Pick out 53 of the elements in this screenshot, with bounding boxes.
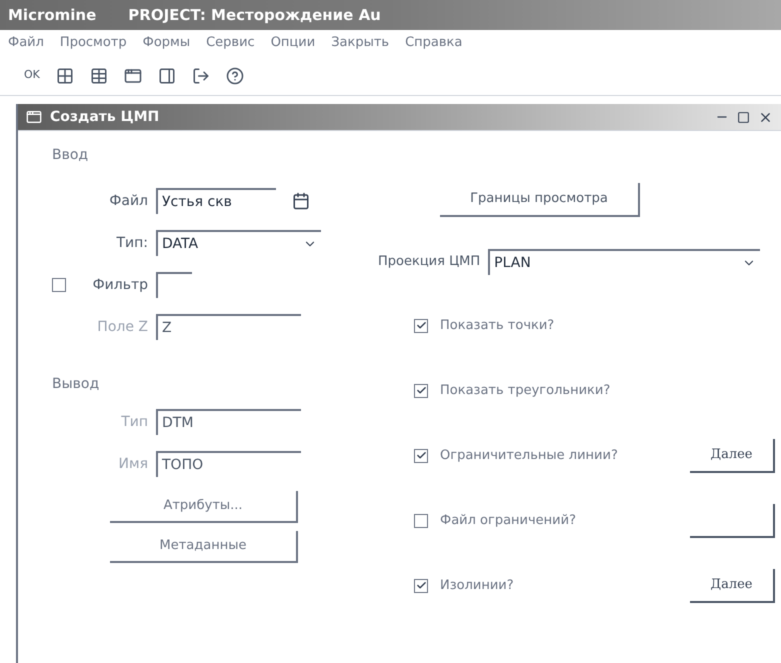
checkbox[interactable] xyxy=(414,578,428,592)
dialog-button[interactable]: Атрибуты... xyxy=(110,491,298,523)
menu-item[interactable]: Формы xyxy=(142,33,190,53)
field-label: Имя xyxy=(118,454,148,474)
projection-label: Проекция ЦМП xyxy=(378,253,480,272)
input-field[interactable]: Устья скв xyxy=(156,188,276,214)
extent-button[interactable]: Границы просмотра xyxy=(440,183,640,217)
checkbox[interactable] xyxy=(414,384,428,398)
menu-item[interactable]: Опции xyxy=(270,33,316,53)
option-label: Изолинии? xyxy=(440,576,515,595)
app-title: Micromine xyxy=(8,4,96,26)
next-button[interactable]: Далее xyxy=(690,568,775,602)
window-icon xyxy=(26,109,42,125)
section-heading: Вывод xyxy=(52,375,100,394)
field-label: Тип: xyxy=(116,234,148,252)
check-icon xyxy=(416,385,426,396)
help-icon[interactable] xyxy=(226,66,244,84)
menu-item[interactable]: Закрыть xyxy=(331,33,390,53)
option-label: Показать треугольники? xyxy=(440,382,612,400)
window-icon[interactable] xyxy=(124,66,142,84)
option-label: Ограничительные линии? xyxy=(440,446,619,465)
blank-button[interactable] xyxy=(690,504,775,538)
dropdown[interactable]: DATA xyxy=(156,230,321,256)
option-label: Показать точки? xyxy=(440,316,556,335)
panel-icon[interactable] xyxy=(158,66,176,84)
field-label: Фильтр xyxy=(92,276,148,294)
field-label: Файл xyxy=(109,192,148,210)
checkbox[interactable] xyxy=(52,278,66,292)
check-icon xyxy=(416,580,426,591)
exit-icon[interactable] xyxy=(192,66,210,84)
checkbox[interactable] xyxy=(414,514,428,528)
checkbox[interactable] xyxy=(414,318,428,332)
maximize-icon[interactable] xyxy=(737,110,750,124)
next-button[interactable]: Далее xyxy=(690,438,775,472)
field-label: Поле Z xyxy=(97,318,148,336)
table-icon[interactable] xyxy=(90,66,108,84)
menu-item[interactable]: Просмотр xyxy=(60,33,127,53)
check-icon xyxy=(416,450,426,461)
grid-icon[interactable] xyxy=(56,66,74,84)
ok-button[interactable]: OK xyxy=(24,67,40,84)
menu-item[interactable]: Сервис xyxy=(206,33,255,53)
dropdown[interactable]: PLAN xyxy=(488,249,760,275)
menu-item[interactable]: Файл xyxy=(8,33,44,53)
option-label: Файл ограничений? xyxy=(440,512,577,530)
browse-icon[interactable] xyxy=(292,192,310,210)
section-heading: Ввод xyxy=(52,146,90,165)
check-icon xyxy=(416,320,426,331)
menu-item[interactable]: Справка xyxy=(405,33,462,53)
dialog-button[interactable]: Метаданные xyxy=(110,531,298,563)
checkbox[interactable] xyxy=(414,448,428,462)
field-label: Тип xyxy=(121,412,148,432)
project-title: PROJECT: Месторождение Au xyxy=(128,4,381,26)
dialog-title: Создать ЦМП xyxy=(50,108,160,126)
